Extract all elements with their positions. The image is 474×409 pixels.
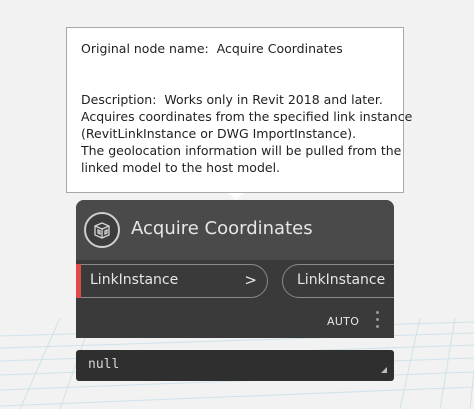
chevron-right-icon[interactable]: > xyxy=(244,271,257,289)
input-port-linkinstance[interactable]: LinkInstance > xyxy=(76,264,268,298)
input-port-label: LinkInstance xyxy=(90,272,179,288)
node-tooltip: Original node name: Acquire Coordinates … xyxy=(66,27,413,193)
output-port-linkinstance[interactable]: LinkInstance xyxy=(282,264,394,298)
revit-link-icon xyxy=(84,212,120,248)
tooltip-description-line: Description: Works only in Revit 2018 an… xyxy=(81,92,383,107)
preview-value: null xyxy=(88,357,120,372)
output-port-label: LinkInstance xyxy=(297,272,386,288)
tooltip-description-line: The geolocation information will be pull… xyxy=(81,143,402,158)
preview-bubble[interactable]: null xyxy=(76,350,394,381)
node-header[interactable]: Acquire Coordinates xyxy=(76,200,394,260)
tooltip-pointer xyxy=(228,193,244,200)
lacing-indicator[interactable]: AUTO xyxy=(327,315,359,328)
tooltip-description-line: linked model to the host model. xyxy=(81,160,281,175)
node-title: Acquire Coordinates xyxy=(131,218,313,239)
expand-preview-icon[interactable] xyxy=(381,367,387,373)
acquire-coordinates-node[interactable]: Acquire Coordinates LinkInstance > LinkI… xyxy=(76,200,394,338)
tooltip-description-line: (RevitLinkInstance or DWG ImportInstance… xyxy=(81,126,357,141)
tooltip-original-name: Original node name: Acquire Coordinates xyxy=(81,41,343,56)
input-port-required-marker xyxy=(76,264,81,298)
more-options-icon[interactable] xyxy=(372,311,382,331)
tooltip-description-line: Acquires coordinates from the specified … xyxy=(81,109,413,124)
